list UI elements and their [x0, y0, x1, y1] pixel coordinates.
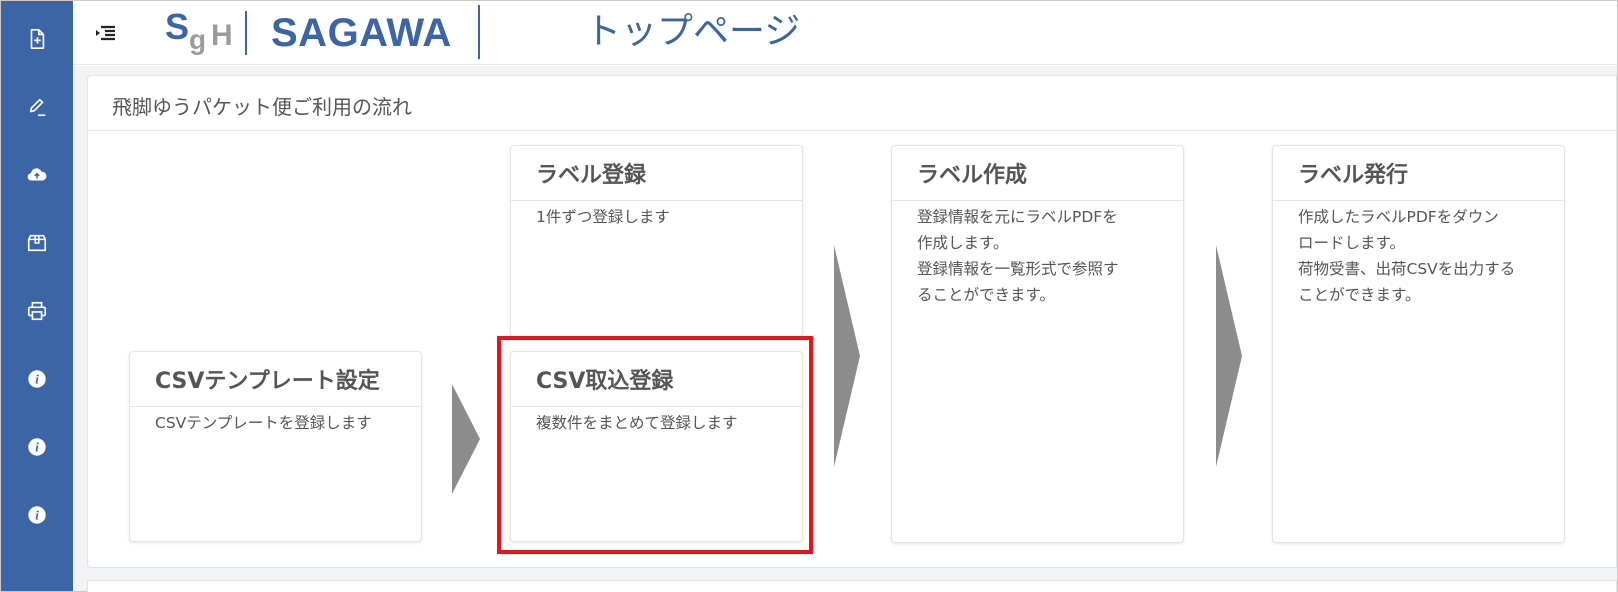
- card-divider: [1273, 200, 1564, 201]
- sidebar-item-info-2[interactable]: i: [1, 419, 73, 475]
- panel-title: 飛脚ゆうパケット便ご利用の流れ: [112, 95, 412, 119]
- card-description-line: 作成したラベルPDFをダウン: [1298, 208, 1499, 226]
- card-description: 1件ずつ登録します: [536, 204, 788, 230]
- card-description-line: 登録情報を元にラベルPDFを: [917, 208, 1118, 226]
- title-divider: [478, 5, 480, 59]
- package-icon: [27, 234, 47, 252]
- panel-title-divider: [87, 130, 1617, 131]
- top-header: S g H SAGAWA トップページ: [73, 1, 1617, 65]
- info-icon: i: [28, 370, 46, 388]
- card-divider: [130, 406, 421, 407]
- info-icon: i: [28, 506, 46, 524]
- cloud-upload-icon: [27, 168, 47, 181]
- sidebar-item-info-1[interactable]: i: [1, 351, 73, 407]
- card-description-line: ることができます。: [917, 286, 1055, 304]
- svg-text:i: i: [35, 373, 39, 387]
- card-description-line: CSVテンプレートを登録します: [155, 414, 372, 432]
- card-title: ラベル作成: [917, 163, 1028, 188]
- highlight-frame: [497, 336, 813, 554]
- flow-arrow-1: [452, 384, 480, 494]
- card-divider: [511, 200, 802, 201]
- card-description: 登録情報を元にラベルPDFを 作成します。 登録情報を一覧形式で参照す ることが…: [917, 204, 1169, 308]
- svg-text:i: i: [35, 509, 39, 523]
- sidebar-item-package[interactable]: [1, 215, 73, 271]
- sgh-logo: S g H: [163, 5, 245, 61]
- svg-text:i: i: [35, 441, 39, 455]
- sidebar-item-info-3[interactable]: i: [1, 487, 73, 543]
- card-title: ラベル発行: [1298, 163, 1409, 188]
- sidebar-item-edit[interactable]: [1, 79, 73, 135]
- card-description: CSVテンプレートを登録します: [155, 410, 407, 436]
- svg-text:g: g: [189, 24, 206, 55]
- card-description-line: 登録情報を一覧形式で参照す: [917, 260, 1119, 278]
- brand-name: SAGAWA: [271, 11, 452, 55]
- svg-text:S: S: [165, 6, 189, 47]
- flow-arrow-2: [834, 245, 860, 467]
- card-description: 作成したラベルPDFをダウン ロードします。 荷物受書、出荷CSVを出力する こ…: [1298, 204, 1550, 308]
- card-description-line: 作成します。: [917, 234, 1009, 252]
- card-divider: [892, 200, 1183, 201]
- next-panel-edge: [87, 580, 1617, 592]
- flow-arrow-3: [1216, 245, 1242, 467]
- card-label-issue[interactable]: ラベル発行 作成したラベルPDFをダウン ロードします。 荷物受書、出荷CSVを…: [1272, 145, 1565, 543]
- card-title: CSVテンプレート設定: [155, 369, 380, 394]
- svg-text:H: H: [211, 19, 233, 52]
- card-label-register[interactable]: ラベル登録 1件ずつ登録します: [510, 145, 803, 337]
- edit-icon: [29, 98, 46, 117]
- sidebar-item-new-label[interactable]: [1, 11, 73, 67]
- card-description-line: ことができます。: [1298, 286, 1421, 304]
- card-description-line: 1件ずつ登録します: [536, 208, 670, 226]
- card-label-create[interactable]: ラベル作成 登録情報を元にラベルPDFを 作成します。 登録情報を一覧形式で参照…: [891, 145, 1184, 543]
- card-csv-template[interactable]: CSVテンプレート設定 CSVテンプレートを登録します: [129, 351, 422, 542]
- menu-toggle-button[interactable]: [93, 21, 119, 45]
- card-description-line: 荷物受書、出荷CSVを出力する: [1298, 260, 1516, 278]
- card-title: ラベル登録: [536, 163, 647, 188]
- sidebar-item-upload[interactable]: [1, 147, 73, 203]
- page-title: トップページ: [585, 11, 801, 52]
- printer-icon: [27, 301, 47, 321]
- info-icon: i: [28, 438, 46, 456]
- sidebar-item-print[interactable]: [1, 283, 73, 339]
- logo-divider: [245, 11, 247, 55]
- sidebar: i i i: [1, 1, 73, 591]
- card-description-line: ロードします。: [1298, 234, 1405, 252]
- menu-indent-icon: [96, 25, 115, 41]
- file-add-icon: [30, 29, 45, 49]
